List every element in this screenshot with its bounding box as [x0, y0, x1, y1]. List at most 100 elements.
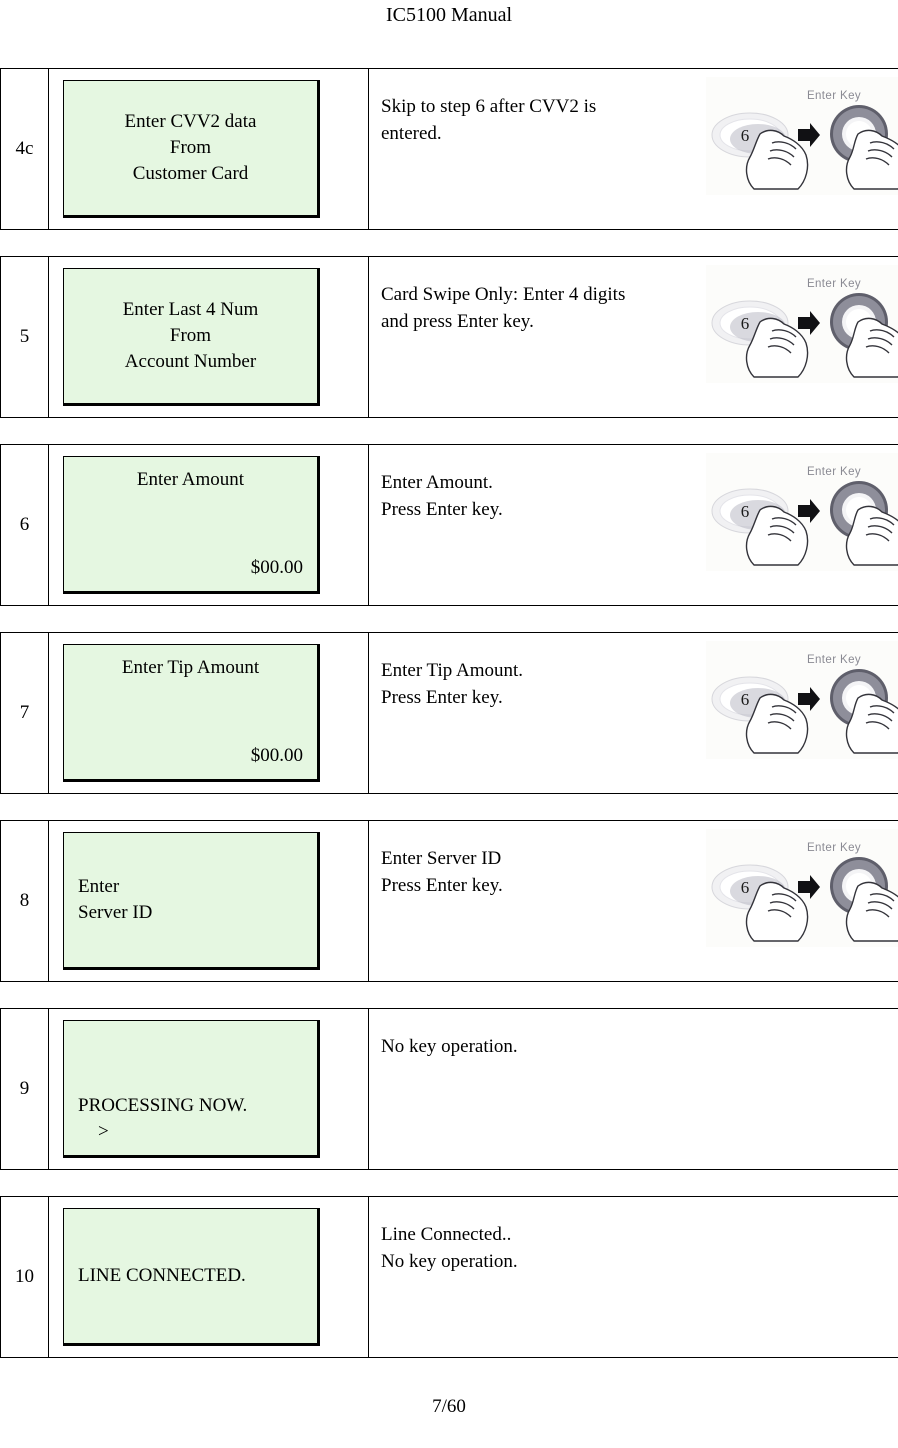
lcd-screen-content: Enter CVV2 data From Customer Card	[64, 81, 317, 215]
step-number-cell: 4c	[0, 68, 49, 230]
description-line: No key operation.	[381, 1251, 518, 1272]
table-row: 7 Enter Tip Amount $00.00 Enter Tip Amoun…	[0, 632, 898, 794]
lcd-screen: Enter Amount $00.00	[63, 456, 320, 594]
lcd-screen-content: Enter Amount $00.00	[64, 457, 317, 591]
step-description-cell: Enter Amount. Press Enter key. Enter Key …	[368, 444, 898, 606]
step-description-text: Enter Amount. Press Enter key.	[381, 469, 711, 523]
step-description-text: Line Connected.. No key operation.	[381, 1221, 711, 1275]
description-line: and press Enter key.	[381, 311, 534, 332]
table-row: 4c Enter CVV2 data From Customer Card Skip…	[0, 68, 898, 230]
step-number-cell: 10	[0, 1196, 49, 1358]
lcd-line: Enter	[78, 876, 120, 897]
step-description-text: Skip to step 6 after CVV2 is entered.	[381, 93, 711, 147]
lcd-screen-content: Enter Server ID	[64, 833, 317, 967]
step-number-cell: 7	[0, 632, 49, 794]
enter-key-label: Enter Key	[807, 654, 861, 666]
table-row: 9 PROCESSING NOW. > No key operation.	[0, 1008, 898, 1170]
enter-key-label: Enter Key	[807, 90, 861, 102]
step-description-text: Card Swipe Only: Enter 4 digits and press…	[381, 281, 711, 335]
lcd-line: From	[169, 325, 212, 346]
step-description-cell: Card Swipe Only: Enter 4 digits and press…	[368, 256, 898, 418]
table-row: 10 LINE CONNECTED. Line Connected.. No ke…	[0, 1196, 898, 1358]
lcd-line: Enter Last 4 Num	[122, 299, 259, 320]
table-row: 8 Enter Server ID Enter Server ID Press En…	[0, 820, 898, 982]
lcd-screen: Enter Server ID	[63, 832, 320, 970]
lcd-line: Account Number	[124, 351, 257, 372]
lcd-screen: Enter Last 4 Num From Account Number	[63, 268, 320, 406]
description-line: Skip to step 6 after CVV2 is	[381, 96, 597, 117]
lcd-line: Enter CVV2 data	[124, 111, 257, 132]
svg-text:6: 6	[741, 502, 750, 521]
lcd-screen: PROCESSING NOW. >	[63, 1020, 320, 1158]
step-table: 5 Enter Last 4 Num From Account Number Car…	[0, 256, 898, 418]
step-number-cell: 9	[0, 1008, 49, 1170]
lcd-screen-cell: Enter Amount $00.00	[48, 444, 369, 606]
description-line: Line Connected..	[381, 1224, 512, 1245]
description-line: entered.	[381, 123, 442, 144]
svg-text:6: 6	[741, 126, 750, 145]
step-number-cell: 8	[0, 820, 49, 982]
enter-key-label: Enter Key	[807, 842, 861, 854]
step-description-cell: No key operation.	[368, 1008, 898, 1170]
lcd-screen-cell: PROCESSING NOW. >	[48, 1008, 369, 1170]
description-line: Press Enter key.	[381, 687, 503, 708]
lcd-screen: Enter CVV2 data From Customer Card	[63, 80, 320, 218]
step-number-cell: 5	[0, 256, 49, 418]
lcd-screen-content: Enter Last 4 Num From Account Number	[64, 269, 317, 403]
lcd-screen-content: LINE CONNECTED.	[64, 1209, 317, 1343]
step-table: 6 Enter Amount $00.00 Enter Amount. Press …	[0, 444, 898, 606]
description-line: Enter Server ID	[381, 848, 502, 869]
lcd-screen-cell: Enter Tip Amount $00.00	[48, 632, 369, 794]
lcd-line: Server ID	[78, 902, 153, 923]
lcd-line: Enter Amount	[136, 469, 245, 490]
table-row: 6 Enter Amount $00.00 Enter Amount. Press …	[0, 444, 898, 606]
step-description-text: No key operation.	[381, 1033, 711, 1060]
svg-text:6: 6	[741, 690, 750, 709]
lcd-screen-content: PROCESSING NOW. >	[64, 1021, 317, 1155]
description-line: Enter Amount.	[381, 472, 493, 493]
step-description-cell: Enter Server ID Press Enter key. Enter Ke…	[368, 820, 898, 982]
lcd-line: LINE CONNECTED.	[78, 1265, 246, 1286]
lcd-line: $00.00	[250, 557, 303, 578]
step-table: 7 Enter Tip Amount $00.00 Enter Tip Amoun…	[0, 632, 898, 794]
step-tables-container: 4c Enter CVV2 data From Customer Card Skip…	[0, 68, 898, 1384]
svg-text:6: 6	[741, 314, 750, 333]
description-line: Card Swipe Only: Enter 4 digits	[381, 284, 626, 305]
enter-key-press-illustration: Enter Key 6	[706, 77, 898, 195]
step-table: 4c Enter CVV2 data From Customer Card Skip…	[0, 68, 898, 230]
enter-key-press-illustration: Enter Key 6	[706, 453, 898, 571]
description-line: No key operation.	[381, 1036, 518, 1057]
enter-key-press-illustration: Enter Key 6	[706, 641, 898, 759]
description-line: Enter Tip Amount.	[381, 660, 523, 681]
description-line: Press Enter key.	[381, 875, 503, 896]
lcd-line: >	[98, 1121, 109, 1142]
step-number-cell: 6	[0, 444, 49, 606]
step-table: 10 LINE CONNECTED. Line Connected.. No ke…	[0, 1196, 898, 1358]
enter-key-press-illustration: Enter Key 6	[706, 829, 898, 947]
lcd-line: PROCESSING NOW.	[78, 1095, 248, 1116]
step-table: 8 Enter Server ID Enter Server ID Press En…	[0, 820, 898, 982]
step-description-text: Enter Server ID Press Enter key.	[381, 845, 711, 899]
step-table: 9 PROCESSING NOW. > No key operation.	[0, 1008, 898, 1170]
lcd-line: From	[169, 137, 212, 158]
lcd-line: Enter Tip Amount	[121, 657, 260, 678]
lcd-line: $00.00	[250, 745, 303, 766]
lcd-screen-cell: Enter Server ID	[48, 820, 369, 982]
step-description-text: Enter Tip Amount. Press Enter key.	[381, 657, 711, 711]
step-description-cell: Skip to step 6 after CVV2 is entered. Ent…	[368, 68, 898, 230]
lcd-screen-content: Enter Tip Amount $00.00	[64, 645, 317, 779]
svg-text:6: 6	[741, 878, 750, 897]
enter-key-label: Enter Key	[807, 278, 861, 290]
description-line: Press Enter key.	[381, 499, 503, 520]
table-row: 5 Enter Last 4 Num From Account Number Car…	[0, 256, 898, 418]
lcd-screen: Enter Tip Amount $00.00	[63, 644, 320, 782]
step-description-cell: Enter Tip Amount. Press Enter key. Enter …	[368, 632, 898, 794]
page-footer-number: 7/60	[432, 1396, 466, 1417]
lcd-screen: LINE CONNECTED.	[63, 1208, 320, 1346]
step-description-cell: Line Connected.. No key operation.	[368, 1196, 898, 1358]
lcd-screen-cell: Enter Last 4 Num From Account Number	[48, 256, 369, 418]
enter-key-press-illustration: Enter Key 6	[706, 265, 898, 383]
lcd-line: Customer Card	[132, 163, 249, 184]
enter-key-label: Enter Key	[807, 466, 861, 478]
lcd-screen-cell: LINE CONNECTED.	[48, 1196, 369, 1358]
